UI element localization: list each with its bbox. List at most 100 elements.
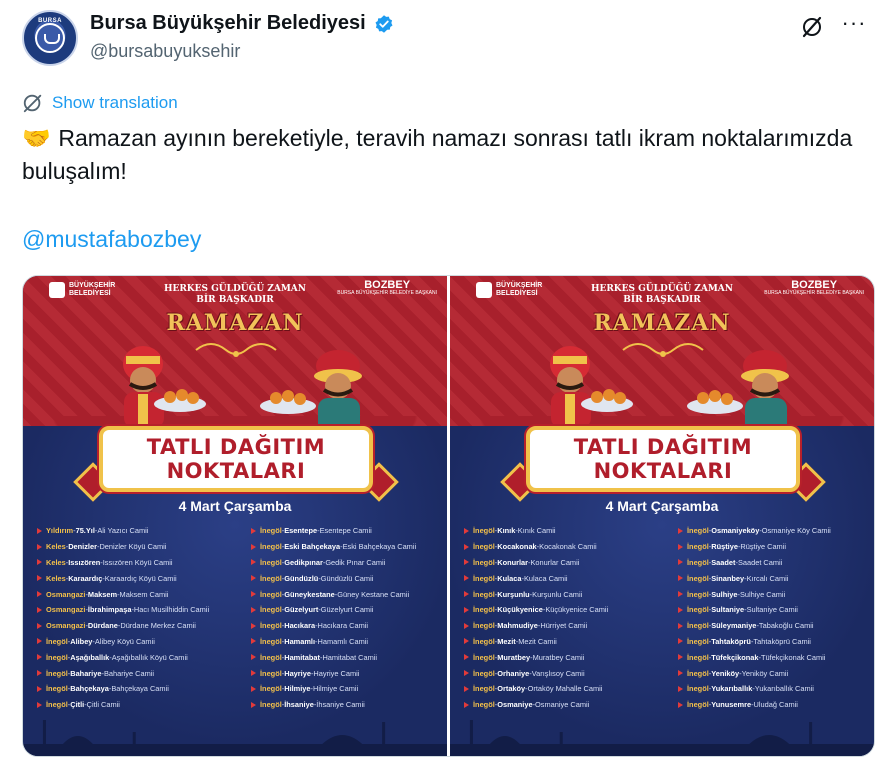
bullet-icon	[37, 654, 42, 661]
location-item: Keles - Karaardıç - Karaardıç Köyü Camii	[37, 570, 242, 586]
mosque-name: Rüştiye Camii	[740, 542, 786, 552]
neighborhood-name: Güneykestane	[284, 589, 335, 599]
bullet-icon	[251, 685, 256, 692]
district-name: İnegöl	[260, 526, 282, 536]
mosque-name: Güzelyurt Camii	[320, 605, 374, 615]
bullet-icon	[464, 606, 469, 613]
translate-icon	[23, 94, 42, 113]
headline-line-2: BİR BAŞKADIR	[196, 295, 274, 305]
mosque-name: Issızören Köyü Camii	[102, 557, 173, 567]
mosque-name: Hayriye Camii	[313, 668, 360, 678]
neighborhood-name: Konurlar	[497, 557, 529, 567]
mosque-name: Tabakoğlu Camii	[758, 621, 814, 631]
neighborhood-name: Maksem	[87, 589, 118, 599]
bullet-icon	[678, 622, 683, 629]
bullet-icon	[678, 559, 683, 566]
bullet-icon	[678, 638, 683, 645]
location-item: İnegöl - Yeniköy - Yeniköy Camii	[678, 665, 874, 681]
mosque-name: Saadet Camii	[737, 557, 783, 567]
event-date: 4 Mart Çarşamba	[178, 498, 292, 514]
banner-line-2: NOKTALARI	[166, 459, 306, 483]
character-left-icon	[550, 346, 633, 428]
neighborhood-name: Hamamlı	[284, 636, 316, 646]
neighborhood-name: Osmaniye	[497, 700, 533, 710]
location-item: İnegöl - Eski Bahçekaya - Eski Bahçekaya Cam…	[251, 539, 447, 555]
event-date: 4 Mart Çarşamba	[605, 498, 719, 514]
district-name: İnegöl	[473, 589, 495, 599]
verified-badge-icon	[375, 14, 393, 33]
neighborhood-name: İbrahimpaşa	[87, 605, 132, 615]
mosque-name: Kurşunlu Camii	[532, 589, 583, 599]
mosque-name: Tüfekçikonak Camii	[760, 652, 826, 662]
location-list-left: İnegöl - Kınık - Kınık Camii İnegöl - Kocakonak…	[464, 523, 669, 713]
district-name: İnegöl	[260, 557, 282, 567]
neighborhood-name: Gedikpınar	[284, 557, 323, 567]
location-item: Osmangazi - Maksem - Maksem Camii	[37, 586, 242, 602]
display-name[interactable]: Bursa Büyükşehir Belediyesi	[90, 12, 366, 35]
location-item: İnegöl - Ortaköy - Ortaköy Mahalle Camii	[464, 681, 669, 697]
district-name: İnegöl	[260, 589, 282, 599]
mosque-name: İhsaniye Camii	[316, 700, 365, 710]
location-item: İnegöl - Kulaca - Kulaca Camii	[464, 570, 669, 586]
district-name: Keles	[46, 557, 66, 567]
mosque-name: Maksem Camii	[119, 589, 169, 599]
mosque-name: Yukarıballık Camii	[754, 684, 814, 694]
location-item: İnegöl - Güzelyurt - Güzelyurt Camii	[251, 602, 447, 618]
location-item: İnegöl - Yukarıballık - Yukarıballık Camii	[678, 681, 874, 697]
show-translation-label[interactable]: Show translation	[52, 93, 178, 113]
poster-headline: HERKES GÜLDÜĞÜ ZAMAN BİR BAŞKADIR	[23, 284, 447, 306]
distribution-banner: TATLI DAĞITIM NOKTALARI	[99, 426, 373, 492]
neighborhood-name: Mahmudiye	[497, 621, 538, 631]
mosque-name: Hürriyet Camii	[540, 621, 588, 631]
bullet-icon	[678, 543, 683, 550]
location-item: İnegöl - Süleymaniye - Tabakoğlu Camii	[678, 618, 874, 634]
show-translation-link[interactable]: Show translation	[22, 92, 178, 114]
location-item: İnegöl - Küçükyenice - Küçükyenice Camii	[464, 602, 669, 618]
poster-image-1[interactable]: BÜYÜKŞEHİR BELEDİYESİ BOZBEY BURSA BÜYÜKŞE…	[23, 276, 447, 756]
location-item: İnegöl - Hamamlı - Hamamlı Camii	[251, 634, 447, 650]
location-item: İnegöl - Hayriye - Hayriye Camii	[251, 665, 447, 681]
location-item: İnegöl - Aşağıballık - Aşağıballık Köyü Cami…	[37, 649, 242, 665]
slash-circle-icon[interactable]	[799, 14, 825, 40]
district-name: İnegöl	[687, 621, 709, 631]
bullet-icon	[464, 670, 469, 677]
avatar[interactable]: BURSA	[22, 10, 78, 66]
location-item: İnegöl - Sultaniye - Sultaniye Camii	[678, 602, 874, 618]
district-name: İnegöl	[260, 621, 282, 631]
location-item: İnegöl - Sinanbey - Kırcalı Camii	[678, 570, 874, 586]
bullet-icon	[37, 622, 42, 629]
mosque-name: Ali Yazıcı Camii	[97, 526, 149, 536]
location-item: İnegöl - Kınık - Kınık Camii	[464, 523, 669, 539]
poster-image-2[interactable]: BÜYÜKŞEHİR BELEDİYESİ BOZBEY BURSA BÜYÜKŞE…	[450, 276, 874, 756]
district-name: İnegöl	[473, 652, 495, 662]
district-name: İnegöl	[260, 573, 282, 583]
district-name: İnegöl	[46, 652, 68, 662]
avatar-emblem	[35, 23, 65, 53]
location-item: Yıldırım -75.Yıl - Ali Yazıcı Camii	[37, 523, 242, 539]
district-name: İnegöl	[46, 684, 68, 694]
location-item: İnegöl - Bahçekaya - Bahçekaya Camii	[37, 681, 242, 697]
location-item: İnegöl - Mahmudiye - Hürriyet Camii	[464, 618, 669, 634]
mosque-name: Varışlısoy Camii	[531, 668, 585, 678]
headline-line-2: BİR BAŞKADIR	[623, 295, 701, 305]
mention-link[interactable]: @mustafabozbey	[22, 226, 201, 253]
bullet-icon	[251, 591, 256, 598]
district-name: İnegöl	[687, 526, 709, 536]
bullet-icon	[678, 670, 683, 677]
bullet-icon	[37, 638, 42, 645]
location-list-right: İnegöl - Osmaniyeköy - Osmaniye Köy Camii İne…	[678, 523, 874, 713]
neighborhood-name: Kulaca	[497, 573, 522, 583]
district-name: İnegöl	[473, 684, 495, 694]
location-item: Keles - Issızören - Issızören Köyü Camii	[37, 555, 242, 571]
mosque-name: Hamitabat Camii	[322, 652, 378, 662]
district-name: Osmangazi	[46, 621, 86, 631]
location-item: İnegöl - Sulhiye - Sulhiye Camii	[678, 586, 874, 602]
bullet-icon	[251, 559, 256, 566]
location-item: İnegöl - Hamitabat - Hamitabat Camii	[251, 649, 447, 665]
district-name: İnegöl	[687, 636, 709, 646]
mosque-name: Mezit Camii	[518, 636, 557, 646]
user-handle[interactable]: @bursabuyuksehir	[90, 41, 394, 62]
neighborhood-name: Bahçekaya	[70, 684, 109, 694]
mosque-skyline-icon	[450, 720, 874, 756]
more-dots-icon[interactable]: ···	[841, 12, 867, 40]
